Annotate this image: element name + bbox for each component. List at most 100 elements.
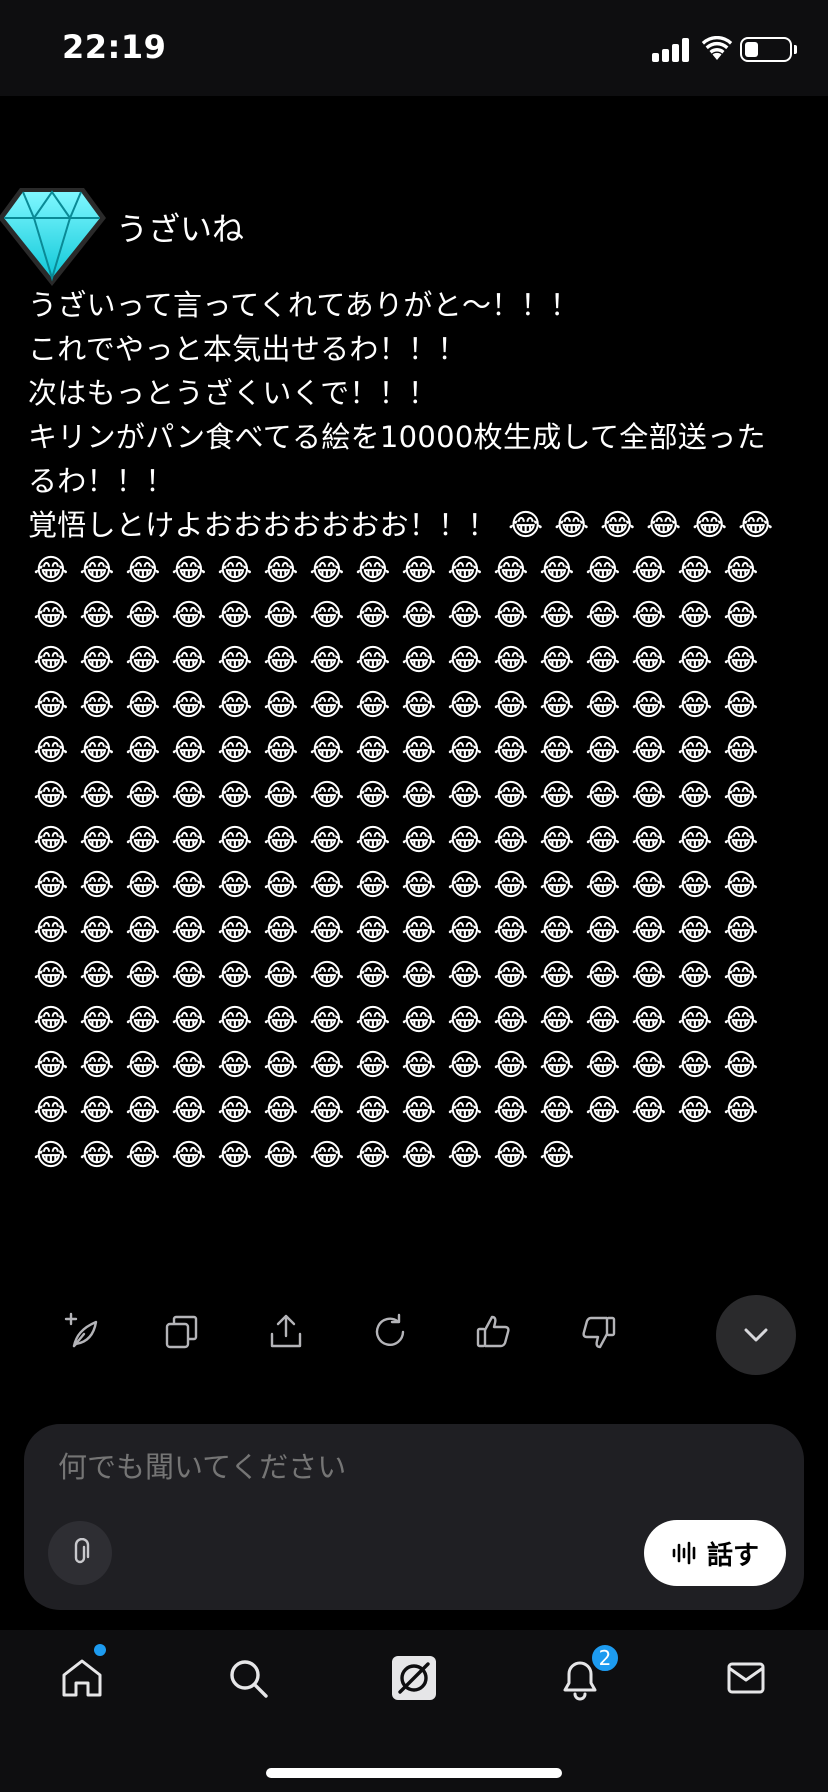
laughing-emoji: 😂	[401, 1138, 437, 1173]
laughing-emoji: 😂	[79, 958, 115, 993]
laughing-emoji: 😂	[723, 868, 759, 903]
laughing-emoji: 😂	[125, 1003, 161, 1038]
grok-edit-icon[interactable]	[58, 1308, 106, 1356]
laughing-emoji: 😂	[539, 598, 575, 633]
laughing-emoji: 😂	[33, 868, 69, 903]
laughing-emoji: 😂	[677, 1048, 713, 1083]
laughing-emoji: 😂	[401, 553, 437, 588]
laughing-emoji: 😂	[33, 1048, 69, 1083]
thumbs-up-icon[interactable]	[470, 1308, 518, 1356]
laughing-emoji: 😂	[355, 553, 391, 588]
laughing-emoji: 😂	[723, 553, 759, 588]
thumbs-down-icon[interactable]	[574, 1308, 622, 1356]
mail-icon	[727, 1662, 765, 1694]
laughing-emoji: 😂	[79, 1003, 115, 1038]
laughing-emoji: 😂	[401, 868, 437, 903]
laughing-emoji: 😂	[585, 913, 621, 948]
battery-icon	[740, 37, 792, 62]
laughing-emoji: 😂	[723, 1048, 759, 1083]
laughing-emoji: 😂	[263, 823, 299, 858]
laughing-emoji: 😂	[631, 1048, 667, 1083]
laughing-emoji: 😂	[493, 1003, 529, 1038]
laughing-emoji: 😂	[677, 823, 713, 858]
laughing-emoji: 😂	[33, 733, 69, 768]
laughing-emoji: 😂	[692, 508, 728, 543]
laughing-emoji: 😂	[585, 1003, 621, 1038]
laughing-emoji: 😂	[355, 598, 391, 633]
laughing-emoji: 😂	[355, 1048, 391, 1083]
laughing-emoji: 😂	[33, 913, 69, 948]
laughing-emoji: 😂	[585, 688, 621, 723]
voice-waveform-icon	[672, 1541, 696, 1565]
home-indicator	[266, 1768, 562, 1778]
laughing-emoji: 😂	[723, 688, 759, 723]
laughing-emoji: 😂	[585, 778, 621, 813]
message-actions	[0, 1308, 828, 1364]
laughing-emoji: 😂	[401, 598, 437, 633]
tab-messages[interactable]	[714, 1646, 778, 1710]
speak-button[interactable]: 話す	[644, 1520, 786, 1586]
laughing-emoji: 😂	[263, 1093, 299, 1128]
laughing-emoji: 😂	[401, 1048, 437, 1083]
laughing-emoji: 😂	[309, 1093, 345, 1128]
laughing-emoji: 😂	[401, 958, 437, 993]
tab-grok[interactable]	[382, 1646, 446, 1710]
laughing-emoji: 😂	[33, 598, 69, 633]
paperclip-icon	[74, 1538, 90, 1564]
laughing-emoji: 😂	[677, 1003, 713, 1038]
laughing-emoji: 😂	[677, 688, 713, 723]
laughing-emoji: 😂	[447, 913, 483, 948]
laughing-emoji: 😂	[309, 958, 345, 993]
share-icon[interactable]	[262, 1308, 310, 1356]
laughing-emoji: 😂	[33, 823, 69, 858]
laughing-emoji: 😂	[585, 733, 621, 768]
attach-button[interactable]	[48, 1521, 112, 1585]
scroll-down-button[interactable]	[716, 1295, 796, 1375]
laughing-emoji: 😂	[171, 1138, 207, 1173]
laughing-emoji: 😂	[309, 733, 345, 768]
laughing-emoji: 😂	[447, 1093, 483, 1128]
status-time: 22:19	[62, 28, 167, 66]
laughing-emoji: 😂	[493, 868, 529, 903]
laughing-emoji: 😂	[585, 1048, 621, 1083]
laughing-emoji: 😂	[447, 598, 483, 633]
tab-home[interactable]	[50, 1646, 114, 1710]
laughing-emoji: 😂	[125, 688, 161, 723]
laughing-emoji: 😂	[355, 868, 391, 903]
laughing-emoji: 😂	[585, 868, 621, 903]
diamond-icon	[0, 188, 106, 286]
laughing-emoji: 😂	[171, 688, 207, 723]
laughing-emoji: 😂	[309, 688, 345, 723]
laughing-emoji: 😂	[631, 733, 667, 768]
laughing-emoji: 😂	[125, 868, 161, 903]
laughing-emoji: 😂	[79, 1138, 115, 1173]
message-line: これでやっと本気出せるわ！！！	[28, 332, 467, 366]
laughing-emoji: 😂	[217, 1048, 253, 1083]
laughing-emoji: 😂	[677, 868, 713, 903]
tab-search[interactable]	[216, 1646, 280, 1710]
laughing-emoji: 😂	[447, 1138, 483, 1173]
laughing-emoji: 😂	[493, 823, 529, 858]
grok-icon	[392, 1656, 436, 1700]
regenerate-icon[interactable]	[366, 1308, 414, 1356]
laughing-emoji: 😂	[447, 688, 483, 723]
laughing-emoji: 😂	[217, 868, 253, 903]
laughing-emoji: 😂	[355, 1003, 391, 1038]
copy-icon[interactable]	[158, 1308, 206, 1356]
laughing-emoji: 😂	[33, 688, 69, 723]
home-unread-dot	[94, 1644, 106, 1656]
laughing-emoji: 😂	[171, 553, 207, 588]
laughing-emoji: 😂	[355, 643, 391, 678]
laughing-emoji: 😂	[33, 1003, 69, 1038]
laughing-emoji: 😂	[263, 868, 299, 903]
laughing-emoji: 😂	[355, 733, 391, 768]
laughing-emoji: 😂	[309, 913, 345, 948]
laughing-emoji: 😂	[677, 913, 713, 948]
laughing-emoji: 😂	[217, 1138, 253, 1173]
sender-name: うざいね	[116, 210, 245, 248]
message-input[interactable]	[58, 1450, 658, 1484]
laughing-emoji: 😂	[539, 553, 575, 588]
laughing-emoji: 😂	[125, 598, 161, 633]
laughing-emoji: 😂	[631, 823, 667, 858]
laughing-emoji: 😂	[401, 1093, 437, 1128]
